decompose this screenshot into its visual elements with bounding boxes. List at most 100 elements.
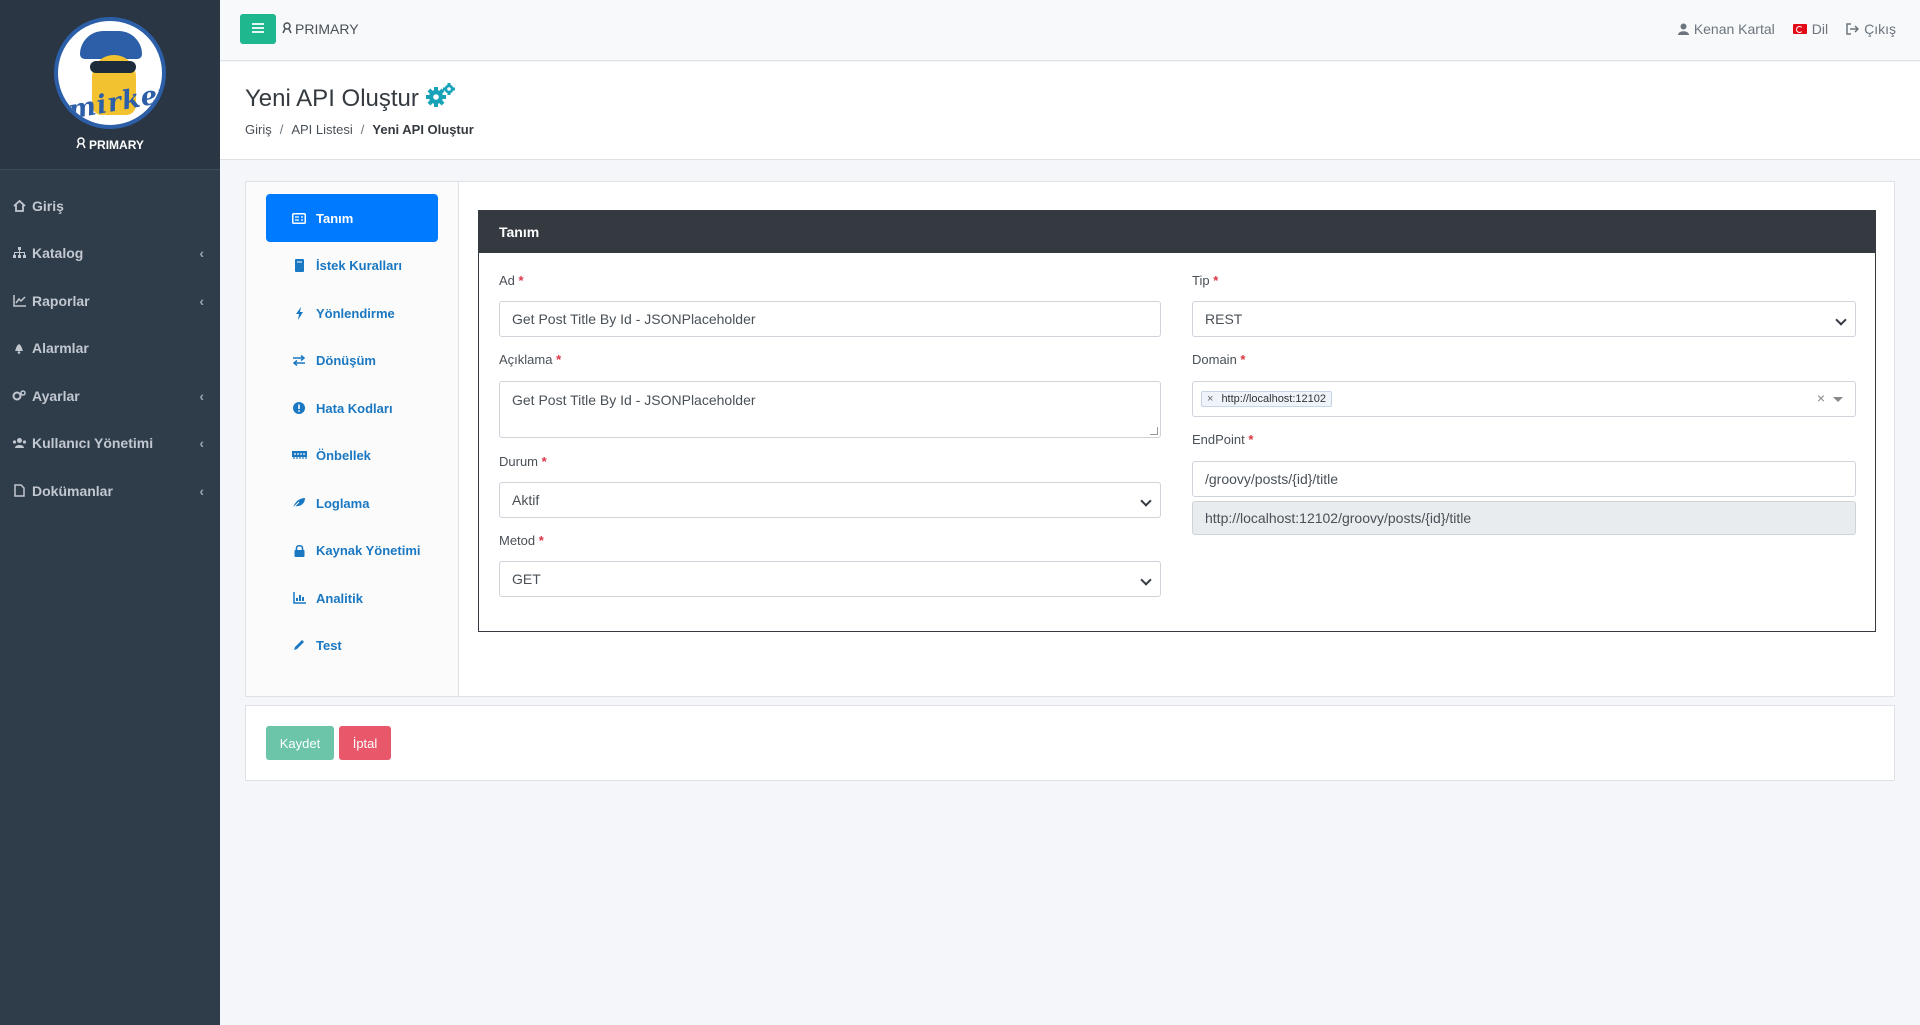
breadcrumb-item-giris[interactable]: Giriş — [245, 122, 272, 137]
topbar: PRIMARY Kenan Kartal Dil Çıkış — [220, 0, 1920, 61]
endpoint-label-text: EndPoint — [1192, 432, 1245, 447]
required-mark: * — [541, 454, 547, 469]
memory-icon — [290, 450, 308, 460]
page-title-text: Yeni API Oluştur — [245, 84, 419, 112]
description-textarea[interactable]: Get Post Title By Id - JSONPlaceholder — [499, 381, 1161, 438]
tab-istek-kurallari[interactable]: İstek Kuralları — [266, 241, 438, 289]
user-menu[interactable]: Kenan Kartal — [1677, 21, 1775, 37]
endpoint-label: EndPoint * — [1192, 432, 1253, 447]
turkey-flag-icon — [1792, 24, 1807, 34]
tab-test[interactable]: Test — [266, 621, 438, 669]
chevron-left-icon: ‹ — [199, 387, 204, 404]
ribbon-icon — [282, 21, 292, 37]
breadcrumb-item-api-listesi[interactable]: API Listesi — [291, 122, 352, 137]
logout-link[interactable]: Çıkış — [1846, 21, 1896, 37]
tab-list: Tanım İstek Kuralları Yönlendirme Dönüşü… — [246, 182, 459, 696]
id-card-icon — [290, 212, 308, 224]
description-label: Açıklama * — [499, 352, 561, 367]
tag-remove-icon[interactable]: × — [1207, 393, 1213, 405]
breadcrumb: Giriş / API Listesi / Yeni API Oluştur — [245, 122, 474, 137]
domain-tag[interactable]: × http://localhost:12102 — [1201, 391, 1333, 407]
brand[interactable]: mirket PRIMARY — [0, 0, 220, 170]
chevron-left-icon: ‹ — [199, 435, 204, 452]
domain-tag-text: http://localhost:12102 — [1221, 393, 1327, 405]
tab-tanim[interactable]: Tanım — [266, 194, 438, 242]
sidebar-item-dokumanlar[interactable]: Dokümanlar ‹ — [0, 467, 220, 515]
type-label-text: Tip — [1192, 273, 1210, 288]
clear-icon[interactable]: × — [1817, 390, 1825, 406]
sidebar-item-ayarlar[interactable]: Ayarlar ‹ — [0, 372, 220, 420]
sidebar-nav: Giriş Katalog ‹ Raporlar ‹ Alarmlar Ayar… — [0, 174, 220, 515]
status-select[interactable]: Aktif — [499, 482, 1161, 518]
sidebar-item-label: Dokümanlar — [32, 482, 113, 499]
domain-label: Domain * — [1192, 352, 1245, 367]
breadcrumb-separator: / — [279, 122, 284, 137]
home-icon — [10, 199, 28, 212]
exclamation-icon — [290, 402, 308, 414]
name-label-text: Ad — [499, 273, 515, 288]
tab-label: Kaynak Yönetimi — [316, 542, 421, 558]
required-mark: * — [556, 352, 562, 367]
chevron-left-icon: ‹ — [199, 245, 204, 262]
chevron-down-icon — [1140, 495, 1152, 507]
domain-label-text: Domain — [1192, 352, 1237, 367]
cancel-button[interactable]: İptal — [339, 726, 391, 760]
sidebar-item-giris[interactable]: Giriş — [0, 182, 220, 230]
tab-donusum[interactable]: Dönüşüm — [266, 336, 438, 384]
name-label: Ad * — [499, 273, 524, 288]
chevron-left-icon: ‹ — [199, 482, 204, 499]
tab-analitik[interactable]: Analitik — [266, 574, 438, 622]
leaf-icon — [290, 497, 308, 509]
logout-label: Çıkış — [1864, 21, 1896, 37]
domain-multiselect[interactable]: × http://localhost:12102 × — [1192, 381, 1856, 417]
panel-title: Tanım — [479, 211, 1875, 253]
user-name: Kenan Kartal — [1693, 21, 1775, 37]
tab-hata-kodlari[interactable]: Hata Kodları — [266, 384, 438, 432]
required-mark: * — [1248, 432, 1254, 447]
sidebar-item-alarmlar[interactable]: Alarmlar — [0, 325, 220, 373]
sidebar-item-raporlar[interactable]: Raporlar ‹ — [0, 277, 220, 325]
description-label-text: Açıklama — [499, 352, 553, 367]
tab-loglama[interactable]: Loglama — [266, 479, 438, 527]
save-button[interactable]: Kaydet — [266, 726, 334, 760]
tab-label: İstek Kuralları — [316, 257, 402, 273]
required-mark: * — [538, 533, 544, 548]
sidebar-item-label: Kullanıcı Yönetimi — [32, 435, 154, 452]
sitemap-icon — [10, 247, 28, 259]
breadcrumb-separator: / — [360, 122, 365, 137]
endpoint-full-url: http://localhost:12102/groovy/posts/{id}… — [1192, 501, 1856, 535]
chevron-left-icon: ‹ — [199, 292, 204, 309]
name-input[interactable]: Get Post Title By Id - JSONPlaceholder — [499, 301, 1161, 337]
tab-yonlendirme[interactable]: Yönlendirme — [266, 289, 438, 337]
method-select[interactable]: GET — [499, 561, 1161, 597]
status-label-text: Durum — [499, 454, 539, 469]
chevron-down-icon — [1835, 314, 1847, 326]
method-select-value: GET — [512, 571, 541, 587]
breadcrumb-item-current: Yeni API Oluştur — [372, 122, 474, 137]
tab-label: Önbellek — [316, 447, 371, 463]
tab-label: Test — [316, 637, 342, 653]
brand-label: PRIMARY — [76, 137, 144, 152]
sidebar-item-katalog[interactable]: Katalog ‹ — [0, 230, 220, 278]
cogs-icon — [425, 82, 457, 115]
endpoint-input[interactable]: /groovy/posts/{id}/title — [1192, 461, 1856, 497]
dropdown-arrow-icon[interactable] — [1833, 397, 1843, 402]
pen-icon — [290, 639, 308, 651]
type-select-value: REST — [1205, 311, 1243, 327]
menu-toggle-button[interactable] — [240, 14, 276, 44]
api-form-card: Tanım İstek Kuralları Yönlendirme Dönüşü… — [245, 181, 1895, 697]
chevron-down-icon — [1140, 574, 1152, 586]
tab-kaynak-yonetimi[interactable]: Kaynak Yönetimi — [266, 526, 438, 574]
resize-handle[interactable] — [1150, 427, 1158, 435]
language-menu[interactable]: Dil — [1792, 21, 1828, 37]
lock-icon — [290, 544, 308, 557]
tab-label: Loglama — [316, 495, 370, 511]
type-select[interactable]: REST — [1192, 301, 1856, 337]
tab-onbellek[interactable]: Önbellek — [266, 431, 438, 479]
definition-panel: Tanım Ad * Get Post Title By Id - JSONPl… — [478, 210, 1876, 632]
required-mark: * — [1213, 273, 1219, 288]
sidebar-item-kullanici-yonetimi[interactable]: Kullanıcı Yönetimi ‹ — [0, 420, 220, 468]
name-input-value: Get Post Title By Id - JSONPlaceholder — [512, 311, 756, 327]
tab-label: Tanım — [316, 210, 354, 226]
sidebar-item-label: Alarmlar — [32, 340, 89, 357]
